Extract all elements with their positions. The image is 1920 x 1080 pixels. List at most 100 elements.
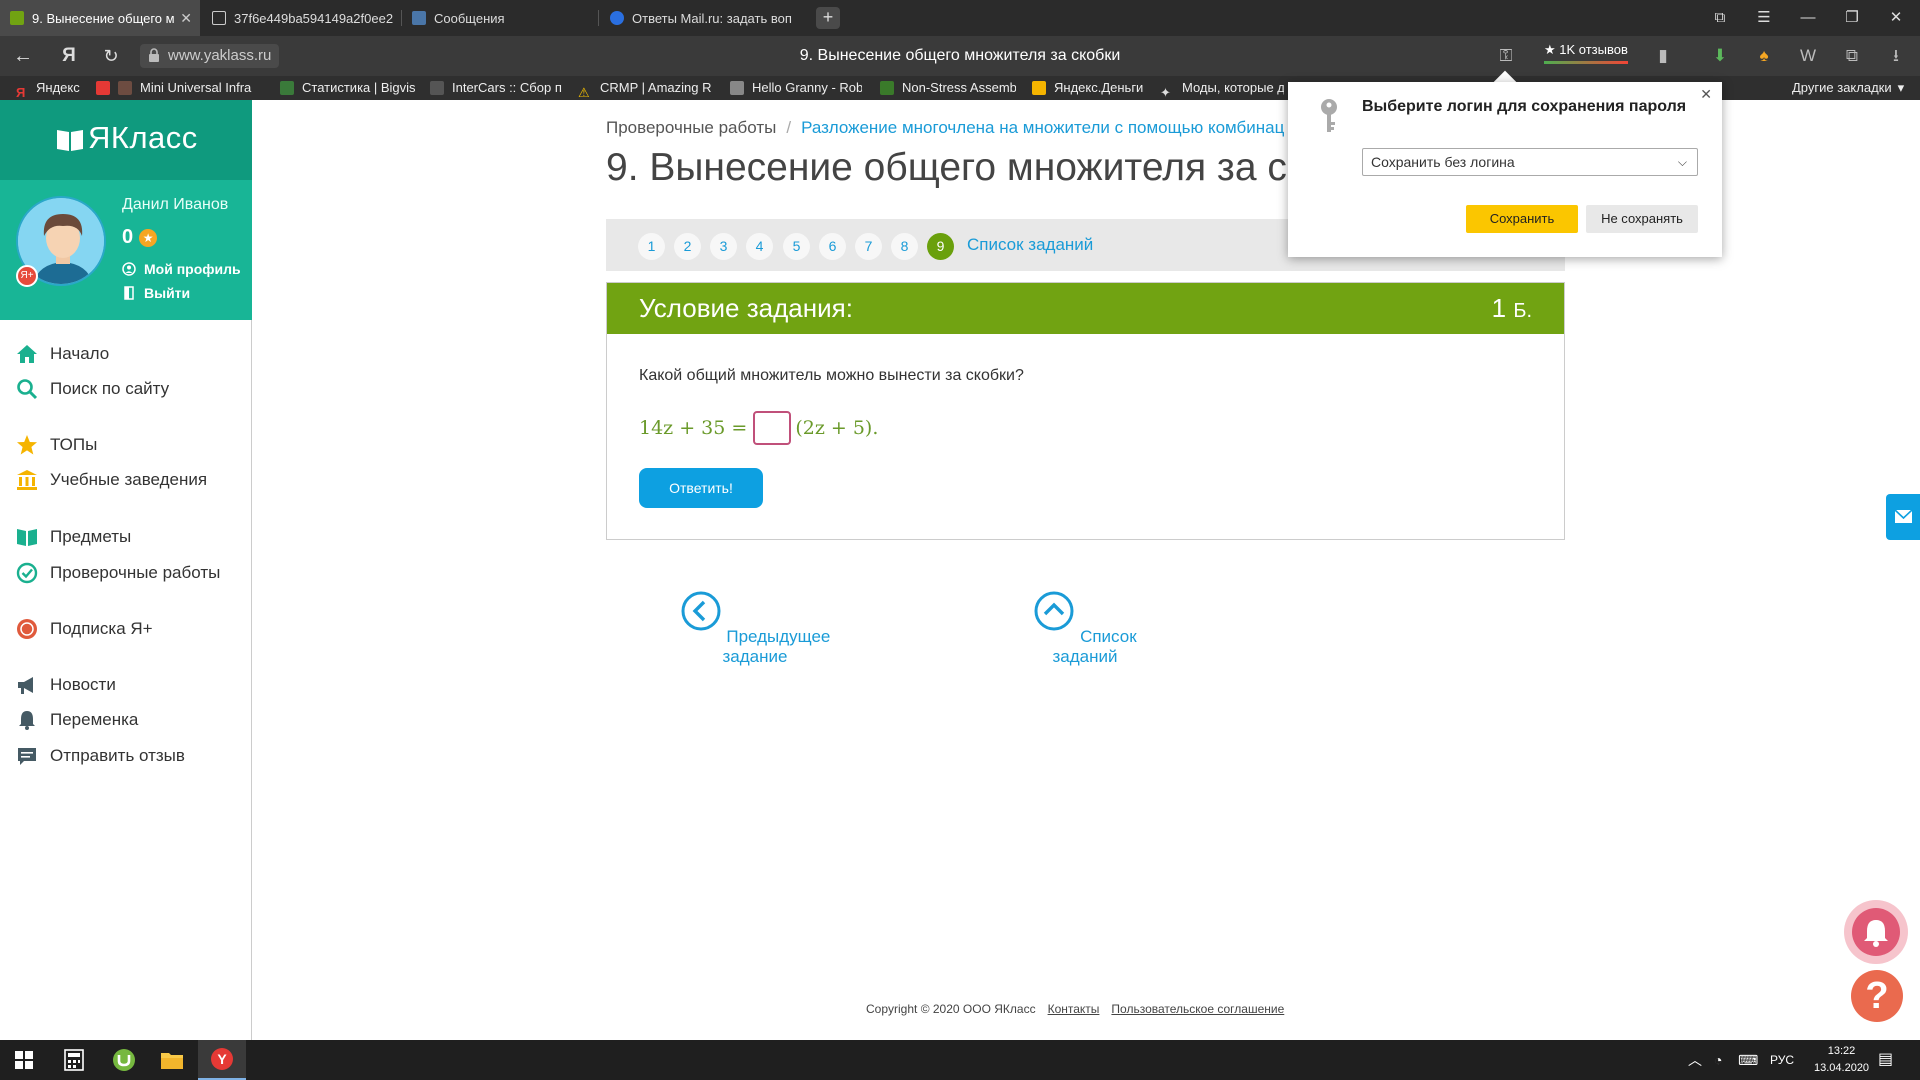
browser-tab-messages[interactable]: Сообщения [402, 0, 598, 36]
password-key-icon[interactable]: ⚿ [1494, 44, 1518, 68]
bookmark-intercars[interactable]: InterCars :: Сбор п [430, 76, 564, 100]
login-select[interactable]: Сохранить без логина ⌵ [1362, 148, 1698, 176]
menu-item-feedback[interactable]: Отправить отзыв [16, 742, 185, 770]
restore-icon[interactable]: ❐ [1830, 0, 1874, 36]
browser-tab-mailru[interactable]: Ответы Mail.ru: задать воп [600, 0, 800, 36]
menu-item-news[interactable]: Новости [16, 671, 116, 699]
yandex-icon[interactable]: Я [57, 44, 81, 68]
menu-label: Новости [50, 675, 116, 694]
download-green-icon[interactable]: ⬇ [1708, 44, 1732, 68]
menu-icon[interactable]: ☰ [1742, 0, 1786, 36]
task-card: Условие задания: 1 Б. Какой общий множит… [606, 282, 1565, 540]
menu-label: Учебные заведения [50, 470, 208, 489]
collections-icon[interactable]: ⧉ [1840, 44, 1864, 68]
close-tab-icon[interactable]: ✕ [180, 10, 192, 27]
start-button[interactable] [0, 1040, 48, 1080]
answer-input[interactable] [753, 411, 792, 445]
tray-chevron-up-icon[interactable]: ︿ [1688, 1040, 1702, 1080]
site-icon [118, 81, 132, 95]
bookmark-crmp[interactable]: ⚠ CRMP | Amazing R [578, 76, 712, 100]
page-button-9-current[interactable]: 9 [927, 233, 954, 260]
minimize-icon[interactable]: — [1786, 0, 1830, 36]
reload-icon[interactable]: ↻ [99, 44, 123, 68]
contacts-link[interactable]: Контакты [1048, 1002, 1100, 1016]
page-button-2[interactable]: 2 [674, 233, 701, 260]
reviews-badge[interactable]: ★ 1K отзывов [1544, 42, 1628, 64]
bookmark-hello-granny[interactable]: Hello Granny - Rob [730, 76, 862, 100]
menu-item-home[interactable]: Начало [16, 340, 109, 368]
wifi-icon[interactable]: ◔ [1714, 1040, 1722, 1080]
browser-tab-yaklass[interactable]: 9. Вынесение общего м ✕ [0, 0, 200, 36]
browser-tab-file[interactable]: 37f6e449ba594149a2f0ee2 [202, 0, 402, 36]
menu-item-institutions[interactable]: Учебные заведения [16, 466, 207, 494]
task-header-title: Условие задания: [639, 293, 853, 323]
profile-link[interactable]: Мой профиль [122, 261, 241, 277]
save-password-button[interactable]: Сохранить [1466, 205, 1578, 233]
page-button-3[interactable]: 3 [710, 233, 737, 260]
downloads-icon[interactable]: ⭳ [1884, 44, 1908, 68]
clock[interactable]: 13:22 13.04.2020 [1814, 1043, 1869, 1077]
menu-label: ТОПы [50, 435, 98, 454]
points-unit: Б. [1513, 300, 1532, 322]
bookmark-yandex-money[interactable]: Яндекс.Деньги [1032, 76, 1148, 100]
yandex-browser-taskbar-button[interactable]: Y [198, 1040, 246, 1080]
notifications-button[interactable] [1844, 900, 1908, 964]
save-password-popup: Выберите логин для сохранения пароля ✕ С… [1288, 82, 1722, 257]
back-icon[interactable]: ← [11, 44, 35, 68]
question-text: Какой общий множитель можно вынести за с… [639, 367, 1024, 384]
site-icon [880, 81, 894, 95]
browser-tab-bar: 9. Вынесение общего м ✕ 37f6e449ba594149… [0, 0, 1920, 36]
logo-area[interactable]: ЯКласс [0, 100, 252, 180]
url-field[interactable]: www.yaklass.ru [140, 44, 280, 68]
dont-save-button[interactable]: Не сохранять [1586, 205, 1698, 233]
agreement-link[interactable]: Пользовательское соглашение [1111, 1002, 1284, 1016]
bookmark-yandex[interactable]: Я Яндекс [16, 76, 86, 100]
tab-manager-icon[interactable]: ⧉ [1698, 0, 1742, 36]
new-tab-button[interactable]: + [816, 7, 840, 29]
menu-item-tests[interactable]: Проверочные работы [16, 559, 220, 587]
page-button-4[interactable]: 4 [746, 233, 773, 260]
popup-close-icon[interactable]: ✕ [1700, 86, 1712, 103]
extension-icon[interactable]: ♠ [1752, 44, 1776, 68]
language-indicator[interactable]: РУС [1770, 1040, 1794, 1080]
breadcrumb-topic-link[interactable]: Разложение многочлена на множители с пом… [801, 118, 1284, 137]
task-list-nav-link[interactable]: Список заданий [1010, 590, 1160, 667]
close-window-icon[interactable]: ✕ [1874, 0, 1918, 36]
bookmark-non-stress[interactable]: Non-Stress Assemb [880, 76, 1016, 100]
previous-task-link[interactable]: Предыдущее задание [660, 590, 850, 667]
bookmark-youtube[interactable]: Mini Universal Infra [96, 76, 266, 100]
page-button-1[interactable]: 1 [638, 233, 665, 260]
help-button[interactable]: ? [1851, 970, 1903, 1022]
answer-button[interactable]: Ответить! [639, 468, 763, 508]
breadcrumb-tests-link[interactable]: Проверочные работы [606, 118, 776, 137]
page-button-8[interactable]: 8 [891, 233, 918, 260]
logout-link-label: Выйти [144, 285, 191, 301]
bookmark-bigvis[interactable]: Статистика | Bigvis [280, 76, 416, 100]
bookmark-mods[interactable]: ✦ Моды, которые д [1160, 76, 1284, 100]
user-name[interactable]: Данил Иванов [122, 196, 228, 214]
warning-icon: ⚠ [578, 85, 590, 100]
bookmark-icon[interactable]: ▮ [1651, 44, 1675, 68]
other-bookmarks[interactable]: Другие закладки ▾ [1792, 76, 1916, 100]
utorrent-taskbar-button[interactable] [100, 1040, 148, 1080]
lock-icon [149, 48, 159, 62]
menu-item-subjects[interactable]: Предметы [16, 523, 131, 551]
keyboard-icon[interactable]: ⌨ [1738, 1040, 1758, 1080]
menu-item-subscription[interactable]: Подписка Я+ [16, 615, 153, 643]
page-button-7[interactable]: 7 [855, 233, 882, 260]
menu-item-recess[interactable]: Переменка [16, 706, 138, 734]
file-explorer-taskbar-button[interactable] [148, 1040, 196, 1080]
logout-link[interactable]: Выйти [122, 285, 190, 301]
task-list-link[interactable]: Список заданий [967, 235, 1093, 255]
notifications-center-icon[interactable]: ▤ [1878, 1040, 1893, 1080]
menu-label: Отправить отзыв [50, 746, 185, 765]
calculator-taskbar-button[interactable] [50, 1040, 98, 1080]
page-button-6[interactable]: 6 [819, 233, 846, 260]
task-header: Условие задания: 1 Б. [607, 283, 1564, 334]
menu-item-search[interactable]: Поиск по сайту [16, 375, 169, 403]
wikipedia-icon[interactable]: W [1796, 44, 1820, 68]
page-button-5[interactable]: 5 [783, 233, 810, 260]
menu-item-tops[interactable]: ТОПы [16, 431, 97, 459]
clock-time: 13:22 [1827, 1045, 1856, 1057]
feedback-mail-tab[interactable] [1886, 494, 1920, 540]
